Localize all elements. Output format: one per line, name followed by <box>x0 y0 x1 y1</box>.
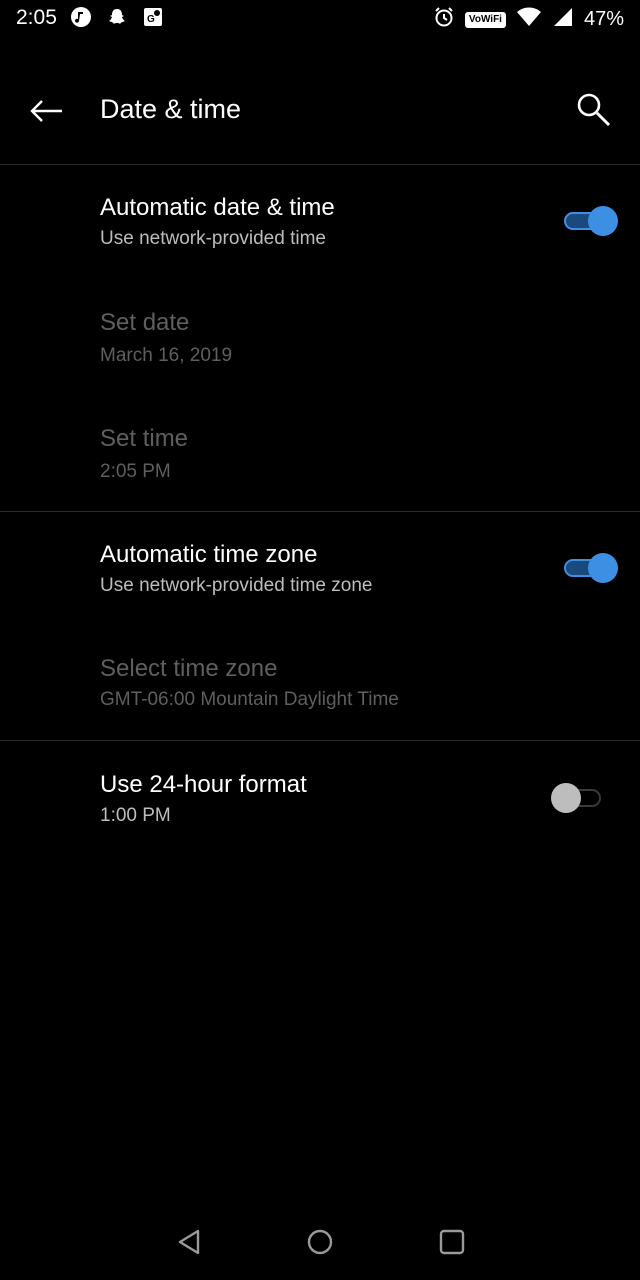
setting-title: Use 24-hour format <box>100 771 307 798</box>
arrow-left-icon <box>30 100 62 122</box>
setting-set-time: Set time 2:05 PM <box>0 421 640 511</box>
status-time: 2:05 <box>16 6 57 29</box>
switch-thumb <box>551 783 581 813</box>
24-hour-format-switch[interactable] <box>551 781 605 813</box>
setting-title: Automatic date & time <box>100 194 335 221</box>
page-title: Date & time <box>100 94 242 124</box>
music-icon <box>70 6 92 33</box>
nav-recents-button[interactable] <box>428 1218 476 1266</box>
section-divider <box>0 511 640 512</box>
home-nav-icon <box>307 1229 333 1255</box>
recents-nav-icon <box>439 1229 465 1255</box>
setting-title: Automatic time zone <box>100 541 318 568</box>
nav-back-button[interactable] <box>166 1218 214 1266</box>
setting-set-date: Set date March 16, 2019 <box>0 305 640 405</box>
setting-title: Set date <box>100 309 190 336</box>
back-button[interactable] <box>26 90 68 132</box>
switch-thumb <box>588 553 618 583</box>
alarm-icon <box>433 6 455 33</box>
auto-time-zone-switch[interactable] <box>562 551 618 583</box>
auto-date-time-switch[interactable] <box>562 204 618 236</box>
setting-summary: March 16, 2019 <box>100 345 233 366</box>
search-icon <box>577 93 611 127</box>
maps-icon: G <box>142 6 164 33</box>
setting-summary: GMT-06:00 Mountain Daylight Time <box>100 689 399 710</box>
setting-24-hour-format[interactable]: Use 24-hour format 1:00 PM <box>0 767 640 867</box>
snapchat-icon <box>106 6 128 33</box>
battery-percent: 47% <box>583 8 624 30</box>
switch-thumb <box>588 206 618 236</box>
section-divider <box>0 740 640 741</box>
status-bar: 2:05 G VoWiFi 47% <box>0 0 640 40</box>
setting-title: Select time zone <box>100 655 278 682</box>
search-button[interactable] <box>572 88 616 132</box>
app-bar: Date & time <box>0 60 640 165</box>
navigation-bar <box>0 1204 640 1280</box>
setting-automatic-date-time[interactable]: Automatic date & time Use network-provid… <box>0 190 640 290</box>
back-nav-icon <box>178 1229 200 1255</box>
signal-icon <box>552 6 574 33</box>
vowifi-icon: VoWiFi <box>464 11 506 28</box>
setting-automatic-time-zone[interactable]: Automatic time zone Use network-provided… <box>0 537 640 637</box>
setting-summary: 1:00 PM <box>100 805 171 826</box>
wifi-icon <box>516 6 542 33</box>
setting-title: Set time <box>100 425 189 452</box>
svg-text:G: G <box>147 14 155 25</box>
setting-summary: 2:05 PM <box>100 461 171 482</box>
setting-summary: Use network-provided time zone <box>100 575 373 596</box>
nav-home-button[interactable] <box>296 1218 344 1266</box>
setting-select-time-zone: Select time zone GMT-06:00 Mountain Dayl… <box>0 651 640 741</box>
setting-summary: Use network-provided time <box>100 228 326 249</box>
